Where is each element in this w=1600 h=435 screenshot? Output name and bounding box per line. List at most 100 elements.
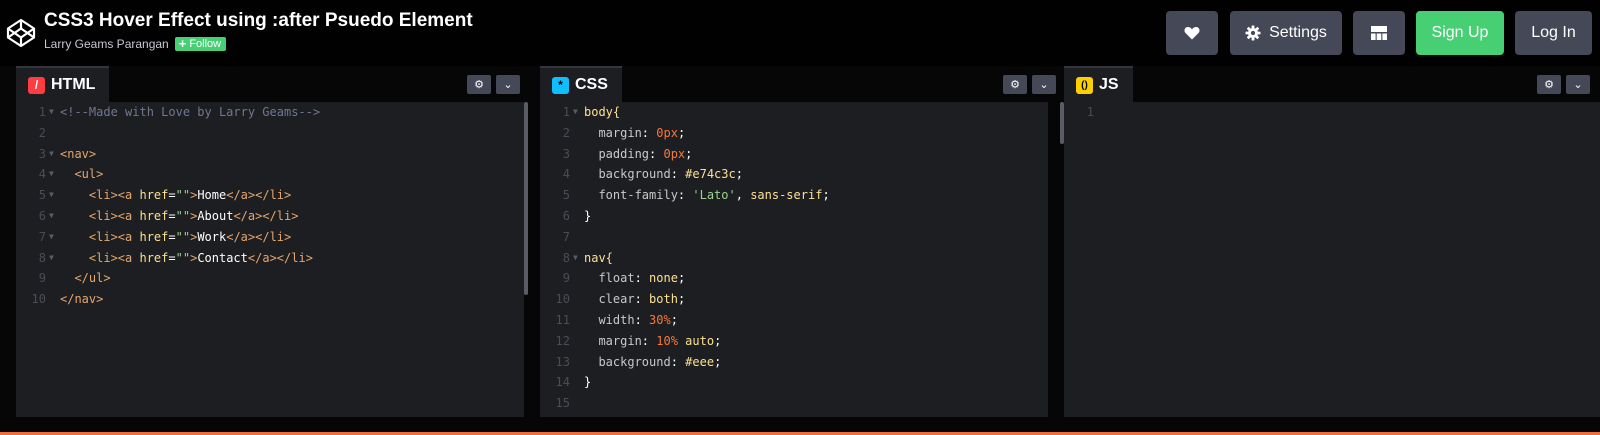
code-token: ; <box>677 292 686 307</box>
html-dropdown-button[interactable]: ⌄ <box>496 75 520 94</box>
fold-arrow-icon[interactable]: ▼ <box>49 102 54 123</box>
sign-up-button[interactable]: Sign Up <box>1416 11 1504 55</box>
code-token: href <box>139 208 169 223</box>
code-token: sans-serif <box>750 188 823 203</box>
code-token: <li><a <box>60 229 140 244</box>
css-code-area[interactable]: 1 ▼ body{2 margin: 0px; 3 padding: 0px; 4 ba… <box>540 102 1048 414</box>
code-line[interactable]: 7 <box>540 227 1048 248</box>
code-line[interactable]: 3 ▼ <nav> <box>16 144 524 165</box>
code-line[interactable]: 9 </ul> <box>16 268 524 289</box>
code-line[interactable]: 12 margin: 10% auto; <box>540 331 1048 352</box>
line-number: 13 <box>555 354 570 369</box>
code-line[interactable]: 7 ▼ <li><a href="">Work</a></li> <box>16 227 524 248</box>
follow-button[interactable]: + Follow <box>174 36 227 51</box>
code-token: ; <box>685 146 693 161</box>
code-text: <li><a href="">Home</a></li> <box>60 185 291 206</box>
code-text: <!--Made with Love by Larry Geams--> <box>60 102 320 123</box>
code-text: </nav> <box>60 289 103 310</box>
code-line[interactable]: 4 background: #e74c3c; <box>540 164 1048 185</box>
author-name-link[interactable]: Larry Geams Parangan <box>44 37 169 51</box>
code-text: <li><a href="">Work</a></li> <box>60 227 291 248</box>
css-settings-button[interactable]: ⚙ <box>1003 75 1027 94</box>
code-token: href <box>139 250 169 265</box>
code-line[interactable]: 1 <box>1064 102 1600 123</box>
code-text: float: none; <box>584 268 685 289</box>
code-token: </ul> <box>60 271 111 286</box>
log-in-button[interactable]: Log In <box>1515 11 1592 55</box>
codepen-logo-icon[interactable] <box>6 18 36 48</box>
code-line[interactable]: 8 ▼ nav{ <box>540 248 1048 269</box>
code-token: 0px <box>656 125 678 140</box>
code-line[interactable]: 10 clear: both; <box>540 289 1048 310</box>
code-token: float <box>584 271 635 286</box>
code-token: </a></li> <box>226 229 292 244</box>
love-button[interactable] <box>1166 11 1218 55</box>
code-line[interactable]: 15 <box>540 393 1048 414</box>
heart-icon <box>1184 27 1200 40</box>
code-line[interactable]: 8 ▼ <li><a href="">Contact</a></li> <box>16 248 524 269</box>
code-token: About <box>197 208 234 223</box>
code-line[interactable]: 4 ▼ <ul> <box>16 164 524 185</box>
code-token: margin <box>584 333 642 348</box>
code-line[interactable]: 9 float: none; <box>540 268 1048 289</box>
chevron-down-icon: ⌄ <box>503 79 513 91</box>
plus-icon: + <box>178 36 187 51</box>
code-line[interactable]: 1 ▼ <!--Made with Love by Larry Geams--> <box>16 102 524 123</box>
code-line[interactable]: 10 </nav> <box>16 289 524 310</box>
code-token: auto <box>685 333 715 348</box>
settings-button[interactable]: Settings <box>1230 11 1342 55</box>
html-slash-icon: / <box>28 76 45 94</box>
fold-arrow-icon[interactable]: ▼ <box>573 248 578 269</box>
code-line[interactable]: 14} <box>540 372 1048 393</box>
code-line[interactable]: 2 margin: 0px; <box>540 123 1048 144</box>
fold-arrow-icon[interactable]: ▼ <box>49 185 54 206</box>
editor-area: / HTML ⚙ ⌄ 1 ▼ <!--Made with Love by Larry… <box>0 66 1600 417</box>
code-text: <ul> <box>60 164 103 185</box>
gear-icon <box>1245 25 1261 41</box>
line-number: 9 <box>38 271 46 286</box>
code-line[interactable]: 5 ▼ <li><a href="">Home</a></li> <box>16 185 524 206</box>
css-asterisk-icon: * <box>552 76 569 94</box>
code-token: Contact <box>197 250 248 265</box>
code-token: Work <box>197 229 227 244</box>
change-view-button[interactable] <box>1353 11 1405 55</box>
line-number: 6 <box>38 208 46 223</box>
code-text: body{ <box>584 102 620 123</box>
code-line[interactable]: 13 background: #eee; <box>540 352 1048 373</box>
code-token: "" <box>175 229 191 244</box>
code-line[interactable]: 6 ▼ <li><a href="">About</a></li> <box>16 206 524 227</box>
line-number: 7 <box>38 229 46 244</box>
js-tab[interactable]: () JS <box>1064 66 1133 102</box>
code-line[interactable]: 11 width: 30%; <box>540 310 1048 331</box>
code-line[interactable]: 3 padding: 0px; <box>540 144 1048 165</box>
css-dropdown-button[interactable]: ⌄ <box>1032 75 1056 94</box>
line-number: 2 <box>38 125 46 140</box>
html-tab[interactable]: / HTML <box>16 66 110 102</box>
gear-icon: ⚙ <box>1010 79 1020 91</box>
code-line[interactable]: 6} <box>540 206 1048 227</box>
js-dropdown-button[interactable]: ⌄ <box>1566 75 1590 94</box>
code-token: 30% <box>649 312 671 327</box>
line-number: 7 <box>562 229 570 244</box>
fold-arrow-icon[interactable]: ▼ <box>573 102 578 123</box>
js-settings-button[interactable]: ⚙ <box>1537 75 1561 94</box>
line-number: 4 <box>562 167 570 182</box>
fold-arrow-icon[interactable]: ▼ <box>49 164 54 185</box>
js-code-area[interactable]: 1 <box>1064 102 1600 123</box>
code-token: } <box>584 375 592 390</box>
fold-arrow-icon[interactable]: ▼ <box>49 227 54 248</box>
fold-arrow-icon[interactable]: ▼ <box>49 206 54 227</box>
css-tab[interactable]: * CSS <box>540 66 622 102</box>
html-settings-button[interactable]: ⚙ <box>467 75 491 94</box>
code-token: body{ <box>584 105 621 119</box>
code-token: ; <box>822 188 830 203</box>
html-scrollbar[interactable] <box>524 102 528 295</box>
fold-arrow-icon[interactable]: ▼ <box>49 248 54 269</box>
code-line[interactable]: 1 ▼ body{ <box>540 102 1048 123</box>
fold-arrow-icon[interactable]: ▼ <box>49 144 54 165</box>
html-code-area[interactable]: 1 ▼ <!--Made with Love by Larry Geams--> 2 3… <box>16 102 524 310</box>
code-line[interactable]: 5 font-family: 'Lato', sans-serif; <box>540 185 1048 206</box>
code-text: nav{ <box>584 248 613 269</box>
chevron-down-icon: ⌄ <box>1039 79 1049 91</box>
code-line[interactable]: 2 <box>16 123 524 144</box>
